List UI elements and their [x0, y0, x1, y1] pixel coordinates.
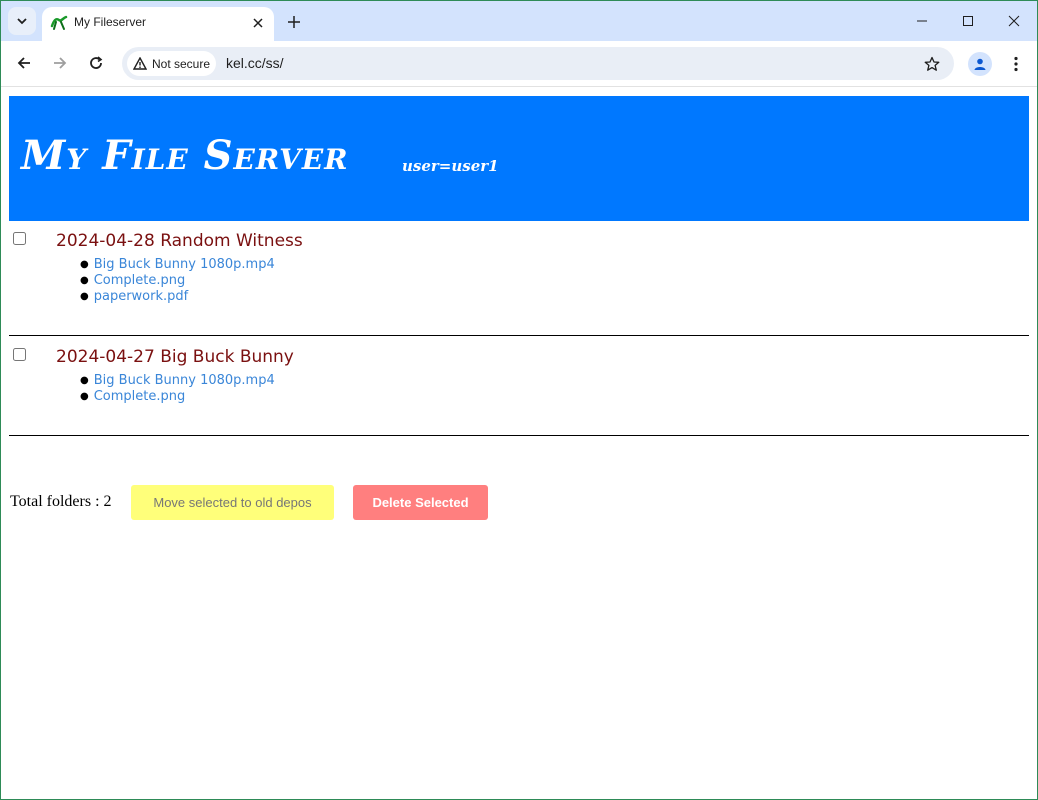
maximize-icon	[963, 16, 973, 26]
tab-close-icon	[253, 18, 263, 28]
file-link[interactable]: Big Buck Bunny 1080p.mp4	[94, 373, 275, 389]
active-tab[interactable]: My Fileserver	[42, 7, 274, 41]
file-list: ● Big Buck Bunny 1080p.mp4 ● Complete.png …	[80, 257, 275, 305]
bookmark-button[interactable]	[922, 54, 942, 74]
folder-entry: 2024-04-27 Big Buck Bunny ● Big Buck Bunn…	[9, 337, 1029, 436]
warning-icon	[133, 57, 147, 70]
minimize-icon	[917, 20, 927, 22]
file-link[interactable]: Complete.png	[94, 389, 186, 405]
minimize-button[interactable]	[899, 1, 945, 41]
forward-icon	[54, 57, 67, 69]
profile-icon	[974, 58, 986, 70]
tab-close-button[interactable]	[250, 15, 266, 31]
tab-search-button[interactable]	[8, 7, 36, 35]
reload-icon	[90, 56, 103, 69]
back-icon	[17, 57, 30, 69]
tab-search-icon	[17, 18, 27, 25]
window-close-icon	[1008, 15, 1020, 27]
maximize-button[interactable]	[945, 1, 991, 41]
reload-button[interactable]	[82, 49, 110, 77]
folder-checkbox[interactable]	[13, 348, 26, 361]
file-link[interactable]: Big Buck Bunny 1080p.mp4	[94, 257, 275, 273]
delete-selected-button[interactable]: Delete Selected	[353, 485, 488, 520]
action-row: Total folders : 2 Move selected to old d…	[9, 485, 609, 521]
file-link[interactable]: Complete.png	[94, 273, 186, 289]
user-label: user=user1	[402, 157, 499, 175]
security-label: Not secure	[152, 56, 211, 71]
new-tab-button[interactable]	[283, 11, 305, 33]
list-item: ● Complete.png	[80, 273, 186, 289]
folder-title: 2024-04-28 Random Witness	[56, 231, 303, 251]
list-item: ● Complete.png	[80, 389, 186, 405]
folder-title: 2024-04-27 Big Buck Bunny	[56, 347, 294, 367]
new-tab-icon	[288, 16, 300, 28]
browser-toolbar: Not secure kel.cc/ss/	[1, 41, 1037, 87]
folder-checkbox[interactable]	[13, 232, 26, 245]
menu-icon	[1014, 56, 1018, 72]
file-link[interactable]: paperwork.pdf	[94, 289, 189, 305]
tab-title: My Fileserver	[74, 15, 147, 29]
favicon-icon	[50, 15, 68, 30]
site-banner: My File Server user=user1	[9, 96, 1029, 221]
site-title: My File Server	[21, 132, 349, 179]
window-close-button[interactable]	[991, 1, 1037, 41]
back-button[interactable]	[10, 49, 38, 77]
file-list: ● Big Buck Bunny 1080p.mp4 ● Complete.png	[80, 373, 275, 405]
address-bar[interactable]: Not secure kel.cc/ss/	[122, 47, 954, 80]
page-viewport: My File Server user=user1 2024-04-28 Ran…	[1, 88, 1037, 799]
browser-menu-button[interactable]	[1006, 52, 1026, 76]
url-text[interactable]: kel.cc/ss/	[226, 55, 284, 71]
list-item: ● Big Buck Bunny 1080p.mp4	[80, 257, 275, 273]
folder-entry: 2024-04-28 Random Witness ● Big Buck Bunn…	[9, 221, 1029, 336]
move-to-old-depos-button[interactable]: Move selected to old depos	[131, 485, 334, 520]
browser-window: My Fileserver Not secure kel.cc/ss/ My F…	[0, 0, 1038, 800]
profile-button[interactable]	[968, 52, 992, 76]
forward-button[interactable]	[46, 49, 74, 77]
security-chip[interactable]: Not secure	[127, 51, 216, 76]
total-folders: Total folders : 2	[10, 493, 112, 510]
list-item: ● paperwork.pdf	[80, 289, 189, 305]
tab-strip: My Fileserver	[1, 1, 1037, 41]
star-icon	[924, 56, 940, 71]
list-item: ● Big Buck Bunny 1080p.mp4	[80, 373, 275, 389]
